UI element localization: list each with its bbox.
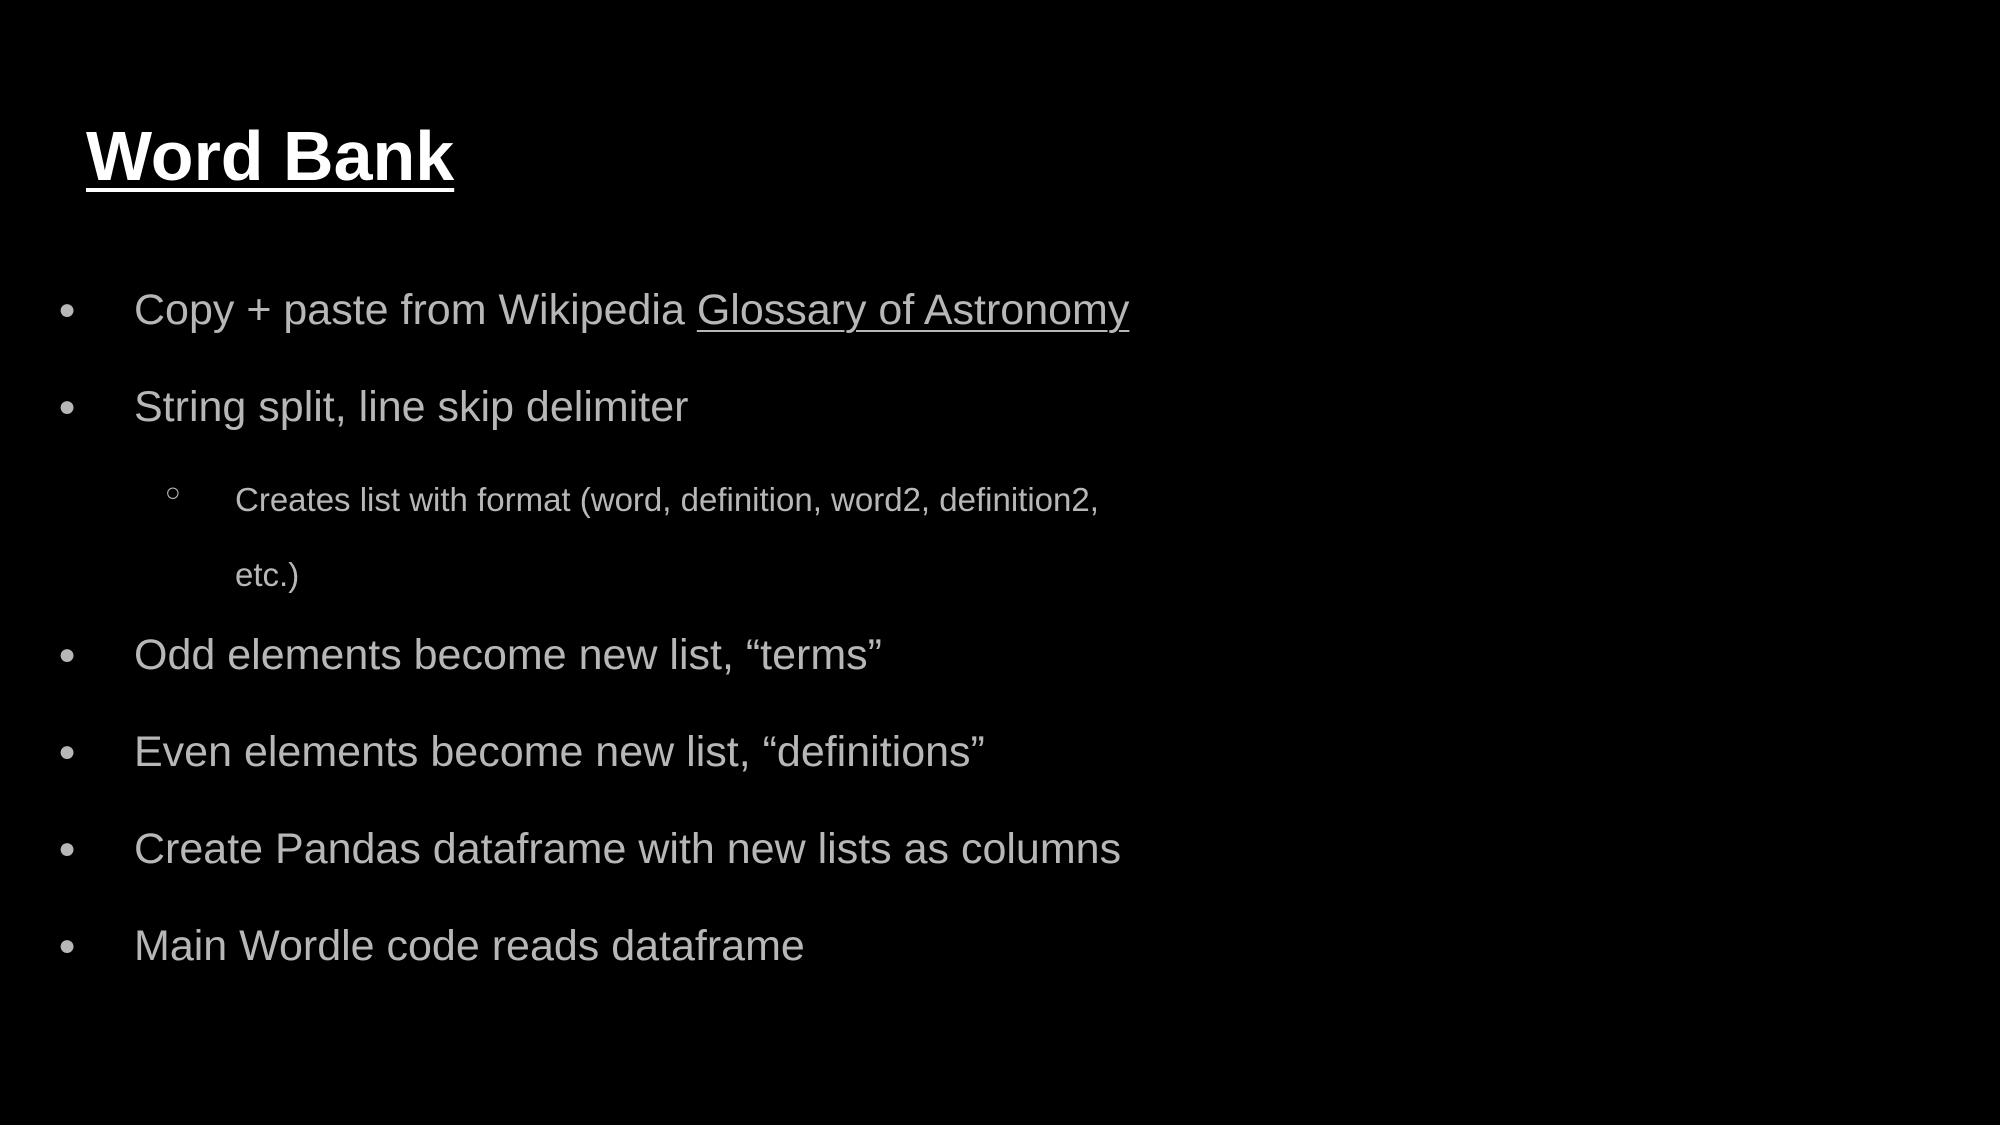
sub-bullet-icon: ○: [165, 477, 181, 507]
list-item-text: Copy + paste from Wikipedia Glossary of …: [134, 280, 1129, 340]
list-item-text: Odd elements become new list, “terms”: [134, 631, 882, 679]
list-item: ● String split, line skip delimiter: [0, 377, 2000, 437]
sub-list-item: ○ Creates list with format (word, defini…: [0, 462, 2000, 612]
glossary-of-astronomy-link[interactable]: Glossary of Astronomy: [697, 286, 1130, 334]
list-item: ● Create Pandas dataframe with new lists…: [0, 819, 2000, 879]
list-item-label: Copy + paste from Wikipedia: [134, 286, 697, 334]
bullet-icon: ●: [58, 638, 77, 671]
bullet-icon: ●: [58, 293, 77, 326]
list-item-text: Main Wordle code reads dataframe: [134, 922, 805, 970]
list-item: ● Odd elements become new list, “terms”: [0, 625, 2000, 685]
bullet-icon: ●: [58, 832, 77, 865]
bullet-icon: ●: [58, 929, 77, 962]
list-item: ● Main Wordle code reads dataframe: [0, 916, 2000, 976]
slide: Word Bank ● Copy + paste from Wikipedia …: [0, 0, 2000, 1125]
bullet-icon: ●: [58, 735, 77, 768]
list-item-text: Create Pandas dataframe with new lists a…: [134, 825, 1122, 873]
list-item-text: String split, line skip delimiter: [134, 383, 689, 431]
bullet-icon: ●: [58, 390, 77, 423]
list-item: ● Even elements become new list, “defini…: [0, 722, 2000, 782]
list-item: ● Copy + paste from Wikipedia Glossary o…: [0, 280, 2000, 340]
sub-list-item-text: Creates list with format (word, definiti…: [235, 481, 1099, 593]
list-item-text: Even elements become new list, “definiti…: [134, 728, 985, 776]
bullet-list: ● Copy + paste from Wikipedia Glossary o…: [0, 0, 2000, 1125]
